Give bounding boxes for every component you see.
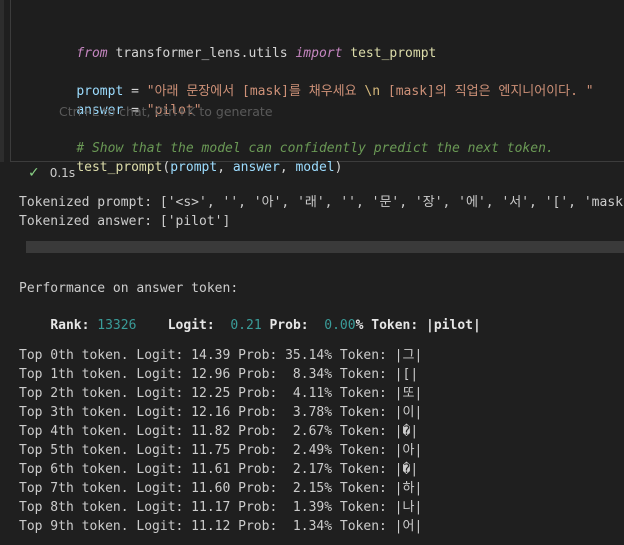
rank-label: Rank: (50, 318, 98, 333)
top-token-row: Top 4th token. Logit: 11.82 Prob: 2.67% … (19, 424, 419, 439)
keyword-import: import (295, 46, 343, 61)
arg-model: model (295, 160, 335, 175)
top-token-row: Top 8th token. Logit: 11.17 Prob: 1.39% … (19, 500, 423, 515)
logit-label: Logit: (136, 318, 231, 333)
tokenized-prompt: Tokenized prompt: ['<s>', '', '아', '래', … (19, 195, 623, 210)
check-icon: ✓ (28, 165, 40, 181)
arg-answer: answer (232, 160, 280, 175)
ghost-hint: Ctrl+L to chat, Ctrl+K to generate (59, 104, 273, 119)
paren-close: ) (334, 160, 343, 175)
string-escape: \n (364, 84, 381, 99)
prob-label: Prob: (261, 318, 325, 333)
top-token-row: Top 7th token. Logit: 11.60 Prob: 2.15% … (19, 481, 423, 496)
string-part-b: [mask]의 직업은 엔지니어이다. " (380, 84, 594, 99)
top-token-row: Top 6th token. Logit: 11.61 Prob: 2.17% … (19, 462, 419, 477)
top-token-row: Top 1th token. Logit: 12.96 Prob: 8.34% … (19, 367, 419, 382)
top-token-row: Top 3th token. Logit: 12.16 Prob: 3.78% … (19, 405, 423, 420)
module-name: transformer_lens.utils (107, 46, 296, 61)
top-token-row: Top 9th token. Logit: 11.12 Prob: 1.34% … (19, 519, 423, 534)
top-token-row: Top 5th token. Logit: 11.75 Prob: 2.49% … (19, 443, 423, 458)
arg-prompt: prompt (170, 160, 218, 175)
execution-status: ✓ 0.1s (28, 165, 75, 181)
logit-value: 0.21 (230, 318, 262, 333)
prob-value: 0.00 (324, 318, 356, 333)
performance-header: Performance on answer token: (19, 281, 239, 296)
top-token-row: Top 2th token. Logit: 12.25 Prob: 4.11% … (19, 386, 423, 401)
separator: , (279, 160, 296, 175)
horizontal-scrollbar[interactable] (26, 241, 624, 253)
cell-focus-bar (0, 0, 4, 162)
execution-time: 0.1s (49, 166, 76, 180)
imported-name: test_prompt (342, 46, 437, 61)
top-token-row: Top 0th token. Logit: 14.39 Prob: 35.14%… (19, 348, 423, 363)
code-line-5[interactable]: test_prompt(prompt, answer, model) (45, 139, 342, 196)
keyword-from: from (76, 46, 108, 61)
rank-value: 13326 (97, 318, 137, 333)
token-label: % Token: |pilot| (355, 318, 481, 333)
tokenized-answer: Tokenized answer: ['pilot'] (19, 214, 231, 229)
function-call: test_prompt (76, 160, 163, 175)
code-cell[interactable]: from transformer_lens.utils import test_… (0, 0, 624, 186)
separator: , (217, 160, 233, 175)
